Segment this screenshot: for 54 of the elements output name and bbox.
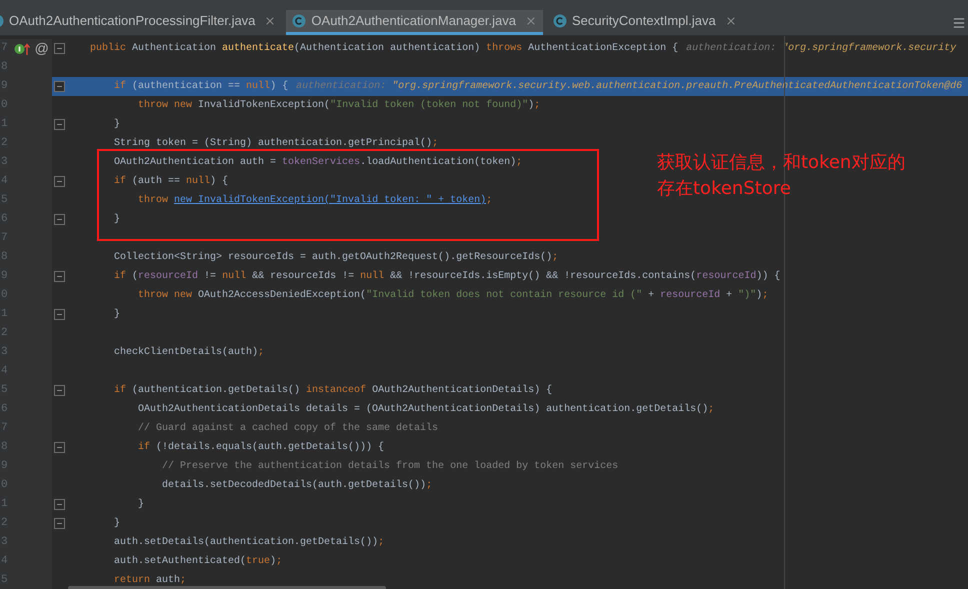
fold-marker-icon[interactable]: [54, 43, 64, 54]
override-icon[interactable]: [14, 42, 30, 56]
code-text: throw new InvalidTokenException("Invalid token (token not found)");: [137, 98, 540, 113]
code-text: auth.setDetails(authentication.getDetails());: [113, 536, 384, 550]
inline-value-hint: authentication: "org.springframework.security: [686, 42, 956, 56]
code-text: if (authentication == null) {: [113, 80, 288, 94]
fold-marker-icon[interactable]: [54, 385, 64, 396]
code-text: String token = (String) authentication.getPrincipal();: [113, 136, 438, 151]
code-text: if (resourceId != null && resourceIds != null && !resourceIds.isEmpty() && !resourceIds.contains(resourceId)) {: [113, 270, 780, 284]
tab-menu-icon[interactable]: [952, 16, 966, 30]
code-text: public Authentication authenticate(Authentication authentication) throws AuthenticationException {: [89, 42, 678, 56]
code-text: ;: [486, 194, 492, 208]
class-icon: [292, 14, 306, 28]
code-text: }: [137, 498, 144, 512]
file-tab[interactable]: OAuth2AuthenticationManager.java: [286, 10, 543, 35]
fold-marker-icon[interactable]: [54, 271, 64, 282]
inline-value-hint: authentication: "org.springframework.security.web.authentication.preauth.PreAuthenticatedAuthenticationToken@d6: [296, 80, 962, 94]
fold-marker-icon[interactable]: [54, 309, 64, 320]
annotation-mark: @: [34, 39, 49, 58]
close-icon[interactable]: [724, 15, 737, 27]
code-text: Collection<String> resourceIds = auth.getOAuth2Request().getResourceIds();: [113, 250, 558, 265]
code-text: OAuth2Authentication auth = tokenServices.loadAuthentication(token);: [113, 156, 522, 170]
code-text: }: [113, 516, 120, 531]
code-text: throw: [137, 194, 170, 208]
code-text: if (authentication.getDetails() instanceof OAuth2AuthenticationDetails) {: [113, 384, 552, 398]
class-icon: [552, 14, 567, 28]
file-tab[interactable]: SecurityContextImpl.java: [546, 10, 743, 35]
fold-marker-icon[interactable]: [54, 214, 64, 225]
code-text: auth.setAuthenticated(true);: [113, 554, 282, 569]
code-text: OAuth2AuthenticationDetails details = (OAuth2AuthenticationDetails) authentication.getDetails();: [137, 402, 714, 417]
fold-marker-icon[interactable]: [54, 442, 64, 453]
code-text: throw new OAuth2AccessDeniedException("Invalid token does not contain resource id (" + resourceId + ")");: [137, 288, 768, 303]
code-text: }: [113, 308, 120, 322]
fold-marker-icon[interactable]: [54, 119, 64, 130]
code-text: }: [113, 212, 120, 227]
fold-marker-icon[interactable]: [54, 499, 64, 510]
fold-marker-icon[interactable]: [54, 518, 64, 529]
close-icon[interactable]: [264, 15, 276, 27]
code-text: if (auth == null) {: [113, 174, 228, 189]
fold-marker-icon[interactable]: [54, 81, 64, 92]
code-text: return auth;: [113, 574, 186, 588]
fold-marker-icon[interactable]: [54, 176, 64, 187]
file-tab[interactable]: OAuth2AuthenticationProcessingFilter.java: [0, 10, 282, 35]
code-text: if (!details.equals(auth.getDetails())) {: [137, 440, 384, 455]
code-link[interactable]: new InvalidTokenException("Invalid token: " + token): [174, 191, 486, 210]
code-text: details.setDecodedDetails(auth.getDetails());: [161, 478, 432, 493]
code-text: // Guard against a cached copy of the same details: [137, 422, 438, 436]
annotation-text: 存在tokenStore: [657, 177, 791, 201]
code-text: }: [113, 118, 120, 132]
horizontal-scrollbar[interactable]: [68, 586, 386, 589]
code-text: checkClientDetails(auth);: [113, 346, 264, 360]
close-icon[interactable]: [524, 15, 537, 27]
code-text: // Preserve the authentication details from the one loaded by token services: [161, 460, 618, 474]
annotation-text: 获取认证信息，和token对应的: [657, 151, 906, 175]
